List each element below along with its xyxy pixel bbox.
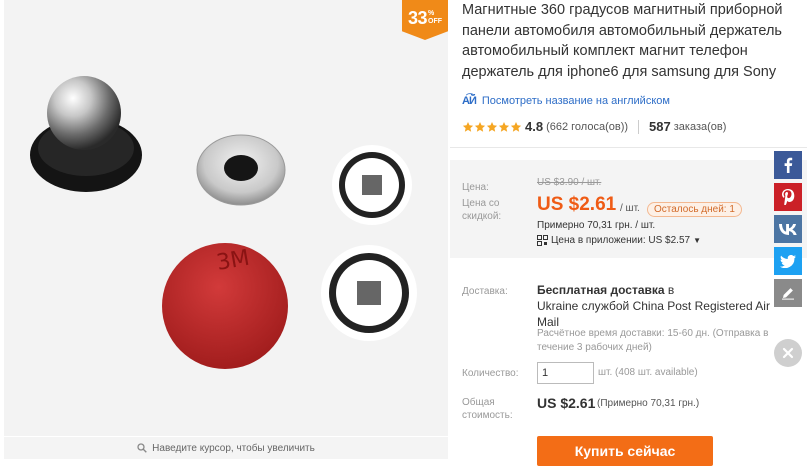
rating-stars	[462, 121, 522, 133]
rating-row: 4.8 (662 голоса(ов)) 587 заказа(ов)	[462, 119, 726, 134]
discount-percent: 33	[407, 7, 428, 28]
app-price-text: Цена в приложении: US $2.57	[551, 235, 691, 246]
buy-now-button[interactable]: Купить сейчас	[537, 436, 713, 466]
current-price: US $2.61	[537, 194, 617, 215]
total-approx: (Примерно 70,31 грн.)	[597, 398, 700, 409]
days-left-badge: Осталось дней: 1	[647, 202, 742, 217]
total-label: Общая стоимость:	[462, 397, 513, 421]
old-price: US $3.90 / шт.	[537, 177, 602, 188]
total-price: US $2.61	[537, 395, 596, 411]
vk-icon[interactable]	[774, 215, 802, 243]
orders-label: заказа(ов)	[673, 120, 727, 133]
pinterest-icon[interactable]	[774, 183, 802, 211]
quantity-label: Количество:	[462, 368, 519, 379]
zoom-hint-text: Наведите курсор, чтобы увеличить	[152, 442, 315, 454]
orders-count: 587	[649, 119, 671, 134]
shipping-to: в	[667, 283, 675, 297]
zoom-hint: Наведите курсор, чтобы увеличить	[4, 437, 448, 459]
magnifier-icon	[137, 443, 147, 453]
price-box: Цена: US $3.90 / шт. Цена со скидкой: US…	[450, 160, 807, 258]
star-icon	[486, 121, 498, 132]
divider	[450, 147, 807, 148]
star-icon	[462, 121, 474, 132]
title-line: панели автомобиля автомобильный держател…	[462, 22, 782, 39]
chevron-down-icon: ▼	[693, 236, 701, 245]
price-label: Цена:	[462, 182, 489, 193]
qr-code-icon	[537, 235, 548, 246]
divider	[638, 119, 640, 134]
product-image[interactable]: 3M	[4, 0, 448, 436]
quantity-available: шт. (408 шт. available)	[598, 367, 698, 378]
title-line: автомобильный комплект магнит телефон	[462, 43, 748, 59]
discount-word: OFF	[428, 18, 443, 25]
translate-link[interactable]: Посмотреть название на английском	[482, 95, 670, 107]
approx-price: Примерно 70,31 грн. / шт.	[537, 220, 656, 231]
close-icon[interactable]	[774, 339, 802, 367]
discount-sign: %	[428, 10, 435, 17]
shipping-estimate: Расчётное время доставки: 15-60 дн. (Отп…	[537, 328, 769, 353]
shipping-country-method[interactable]: Ukraine службой China Post Registered Ai…	[537, 299, 770, 313]
app-price-dropdown[interactable]: Цена в приложении: US $2.57 ▼	[537, 235, 701, 246]
shipping-info: Бесплатная доставка в Ukraine службой Ch…	[537, 282, 787, 330]
star-icon	[498, 121, 510, 132]
star-icon	[474, 121, 486, 132]
social-share-bar	[774, 151, 802, 311]
translate-row: A͡Й Посмотреть название на английском	[462, 95, 670, 107]
votes-link[interactable]: (662 голоса(ов))	[546, 121, 628, 133]
discount-price-label: Цена со скидкой:	[462, 198, 502, 222]
price-unit: / шт.	[620, 203, 640, 214]
shipping-label: Доставка:	[462, 286, 508, 297]
rating-value: 4.8	[525, 119, 544, 134]
edit-icon[interactable]	[774, 279, 802, 307]
translate-icon: A͡Й	[462, 95, 477, 107]
free-shipping-text: Бесплатная доставка	[537, 283, 665, 297]
quantity-input[interactable]	[537, 362, 594, 384]
title-line: Магнитные 360 градусов магнитный приборн…	[462, 2, 783, 18]
star-icon	[510, 121, 522, 132]
facebook-icon[interactable]	[774, 151, 802, 179]
twitter-icon[interactable]	[774, 247, 802, 275]
product-title: Магнитные 360 градусов магнитный приборн…	[462, 0, 807, 82]
product-gallery: 3M Наведите курсор, чтобы увеличить	[2, 0, 448, 462]
title-line: держатель для iphone6 для samsung для So…	[462, 63, 777, 80]
